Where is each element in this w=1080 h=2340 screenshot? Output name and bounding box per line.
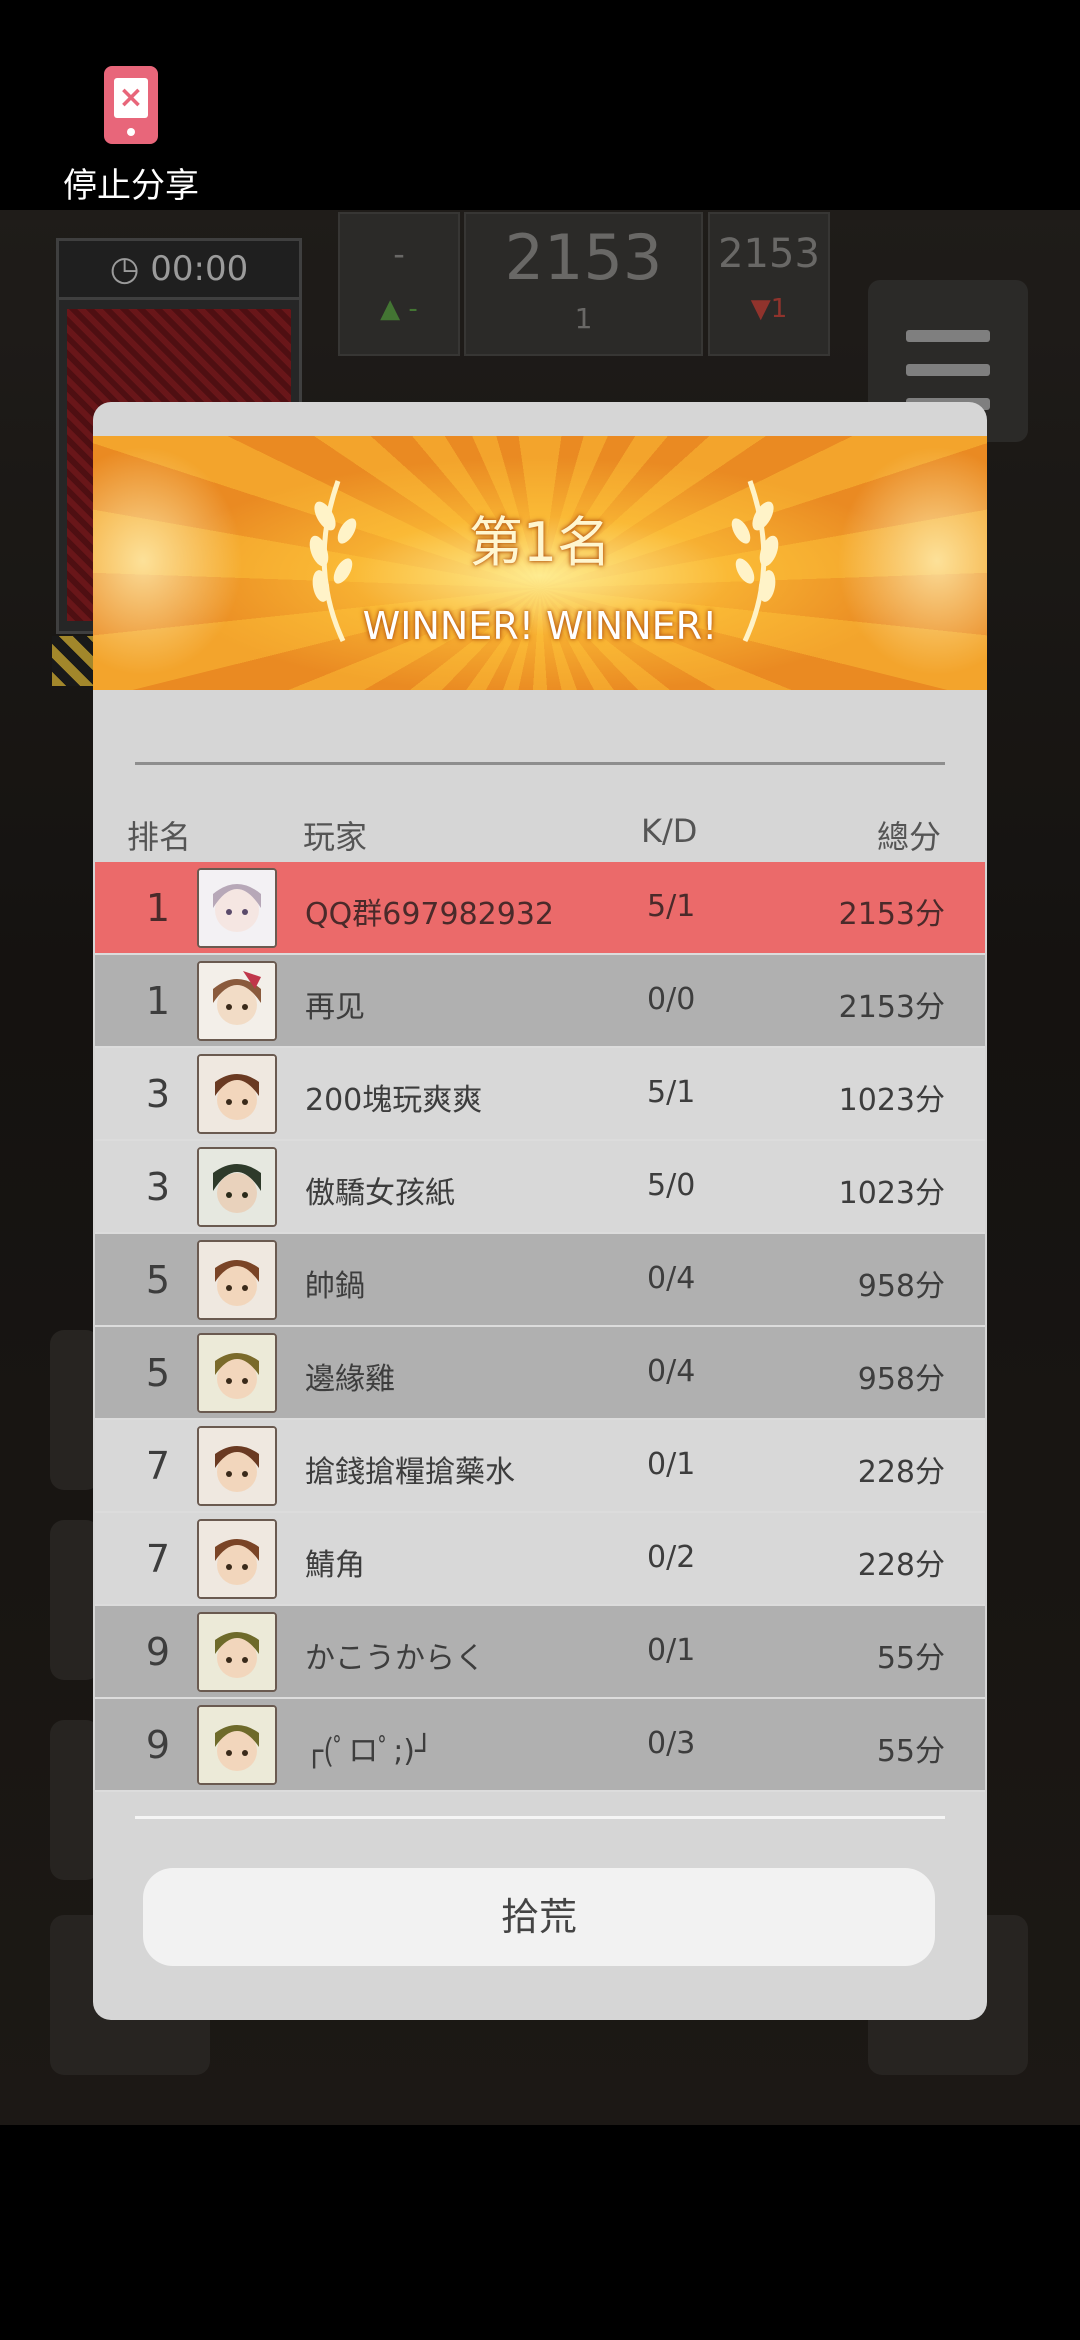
avatar (197, 1240, 277, 1320)
col-player: 玩家 (303, 818, 368, 856)
stop-share-label: 停止分享 (63, 166, 199, 206)
table-row: 1 QQ群697982932 5/1 2153分 (95, 862, 985, 955)
rank-title: 第1名 (468, 511, 612, 574)
table-row: 5 邊緣雞 0/4 958分 (95, 1327, 985, 1420)
table-row: 7 搶錢搶糧搶藥水 0/1 228分 (95, 1420, 985, 1513)
avatar (197, 961, 277, 1041)
table-row: 7 鯖角 0/2 228分 (95, 1513, 985, 1606)
table-row: 9 ┌(ﾟロﾟ;)┘ 0/3 55分 (95, 1699, 985, 1792)
stop-share-button[interactable]: × 停止分享 (56, 66, 206, 207)
ranking-list: 1 QQ群697982932 5/1 2153分 1 再见 0/0 2153分 … (95, 862, 985, 1792)
phone-stop-icon: × (104, 66, 158, 144)
winner-banner: 第1名 WINNER! WINNER! (93, 436, 987, 690)
divider (135, 762, 945, 765)
table-row: 5 帥鍋 0/4 958分 (95, 1234, 985, 1327)
avatar (197, 1333, 277, 1413)
avatar (197, 1147, 277, 1227)
table-row: 9 かこうからく 0/1 55分 (95, 1606, 985, 1699)
avatar (197, 1612, 277, 1692)
table-row: 3 傲驕女孩紙 5/0 1023分 (95, 1141, 985, 1234)
table-header: 排名 玩家 K/D 總分 (93, 802, 987, 862)
table-row: 1 再见 0/0 2153分 (95, 955, 985, 1048)
avatar (197, 1054, 277, 1134)
confirm-button[interactable]: 拾荒 (143, 1868, 935, 1966)
col-rank: 排名 (127, 818, 192, 856)
avatar (197, 1705, 277, 1785)
winner-text: WINNER! WINNER! (362, 604, 718, 648)
result-dialog: 第1名 WINNER! WINNER! 排名 玩家 K/D 總分 1 QQ群69… (93, 402, 987, 2020)
avatar (197, 868, 277, 948)
col-total: 總分 (876, 818, 941, 856)
table-row: 3 200塊玩爽爽 5/1 1023分 (95, 1048, 985, 1141)
col-kd: K/D (641, 812, 698, 850)
avatar (197, 1519, 277, 1599)
divider (135, 1816, 945, 1819)
avatar (197, 1426, 277, 1506)
